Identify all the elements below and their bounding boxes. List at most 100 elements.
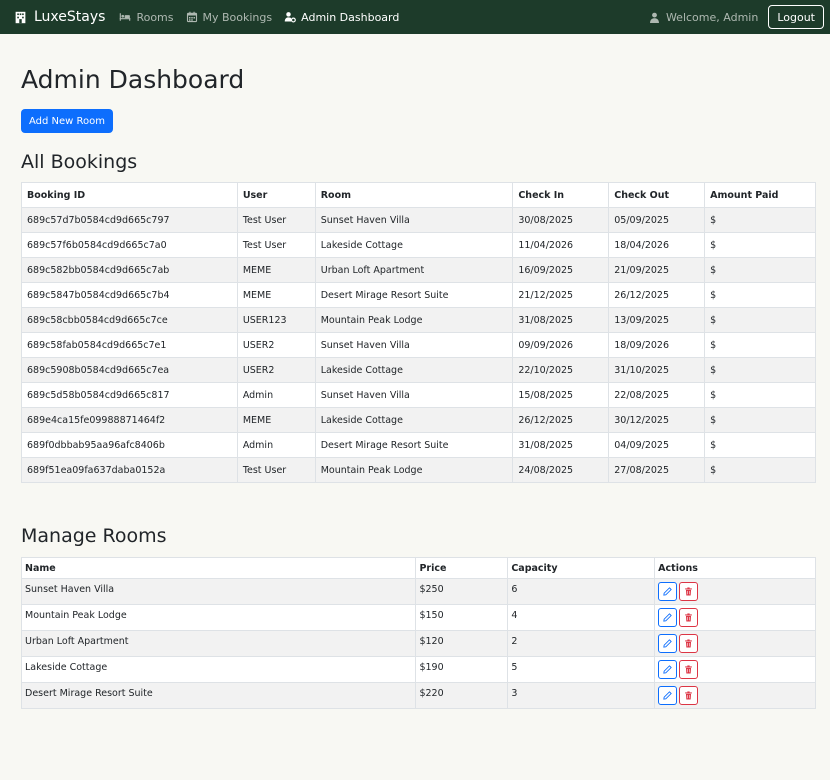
user-cell: USER2 [236, 357, 316, 383]
room-cell: Lakeside Cottage [314, 357, 514, 383]
room-actions-cell [654, 656, 816, 683]
edit-room-button[interactable] [658, 660, 678, 679]
room-actions-cell [654, 604, 816, 631]
nav-right: Welcome, Admin Logout [649, 0, 824, 34]
delete-room-button[interactable] [679, 634, 699, 653]
all-bookings-heading: All Bookings [21, 151, 138, 173]
user-cell: MEME [236, 407, 316, 433]
check-in-cell: 09/09/2026 [512, 332, 610, 358]
user-cell: Test User [236, 232, 316, 258]
edit-room-button[interactable] [658, 634, 678, 653]
nav-link-admin-dashboard-label: Admin Dashboard [301, 10, 400, 24]
check-in-cell: 22/10/2025 [512, 357, 610, 383]
nav-link-my-bookings[interactable]: My Bookings [186, 10, 273, 24]
pencil-icon [663, 587, 672, 596]
bookings-header-row: Booking ID User Room Check In Check Out … [21, 182, 816, 208]
page-title: Admin Dashboard [21, 65, 245, 94]
room-price-cell: $220 [415, 682, 509, 709]
room-name-cell: Urban Loft Apartment [20, 630, 417, 657]
user-cell: Test User [236, 207, 316, 233]
room-name-cell: Sunset Haven Villa [20, 578, 417, 605]
trash-icon [685, 587, 693, 596]
check-out-cell: 18/09/2026 [608, 332, 706, 358]
check-out-cell: 18/04/2026 [608, 232, 706, 258]
amount-paid-cell: $ [704, 332, 816, 358]
delete-room-button[interactable] [679, 686, 699, 705]
user-cell: USER123 [236, 307, 316, 333]
amount-paid-cell: $ [704, 357, 816, 383]
col-booking-id: Booking ID [21, 182, 238, 208]
nav-link-rooms[interactable]: Rooms [119, 11, 174, 24]
room-name-cell: Lakeside Cottage [20, 656, 417, 683]
room-capacity-cell: 4 [507, 604, 656, 631]
room-cell: Mountain Peak Lodge [314, 307, 514, 333]
edit-room-button[interactable] [658, 582, 678, 601]
navbar: LuxeStays Rooms My Bookings Admin Dashbo… [0, 0, 830, 34]
add-new-room-button[interactable]: Add New Room [21, 109, 114, 133]
room-actions-cell [654, 682, 816, 709]
logout-button[interactable]: Logout [768, 5, 824, 29]
check-in-cell: 21/12/2025 [512, 282, 610, 308]
room-price-cell: $190 [415, 656, 509, 683]
room-cell: Sunset Haven Villa [314, 207, 514, 233]
delete-room-button[interactable] [679, 660, 699, 679]
check-out-cell: 22/08/2025 [608, 382, 706, 408]
booking-id-cell: 689c57f6b0584cd9d665c7a0 [21, 232, 238, 258]
check-in-cell: 26/12/2025 [512, 407, 610, 433]
booking-id-cell: 689c5847b0584cd9d665c7b4 [21, 282, 238, 308]
check-out-cell: 30/12/2025 [608, 407, 706, 433]
booking-id-cell: 689e4ca15fe09988871464f2 [21, 407, 238, 433]
rooms-table: Name Price Capacity Actions Sunset Haven… [20, 557, 816, 709]
booking-id-cell: 689c57d7b0584cd9d665c797 [21, 207, 238, 233]
booking-id-cell: 689c58cbb0584cd9d665c7ce [21, 307, 238, 333]
amount-paid-cell: $ [704, 307, 816, 333]
user-cell: MEME [236, 257, 316, 283]
booking-id-cell: 689f0dbbab95aa96afc8406b [21, 432, 238, 458]
col-check-in: Check In [512, 182, 610, 208]
amount-paid-cell: $ [704, 407, 816, 433]
brand-link[interactable]: LuxeStays [14, 9, 105, 25]
col-check-out: Check Out [608, 182, 706, 208]
check-out-cell: 27/08/2025 [608, 457, 706, 483]
room-capacity-cell: 6 [507, 578, 656, 605]
room-cell: Desert Mirage Resort Suite [314, 432, 514, 458]
room-row: Lakeside Cottage $190 5 [20, 656, 816, 683]
room-row: Mountain Peak Lodge $150 4 [20, 604, 816, 631]
col-actions: Actions [654, 557, 816, 579]
pencil-icon [663, 639, 672, 648]
room-cell: Lakeside Cottage [314, 232, 514, 258]
room-price-cell: $120 [415, 630, 509, 657]
pencil-icon [663, 613, 672, 622]
room-actions-cell [654, 578, 816, 605]
check-in-cell: 16/09/2025 [512, 257, 610, 283]
bookings-table: Booking ID User Room Check In Check Out … [21, 182, 816, 483]
bed-icon [120, 13, 131, 21]
booking-row: 689c57f6b0584cd9d665c7a0 Test User Lakesid… [21, 232, 816, 258]
booking-row: 689c5908b0584cd9d665c7ea USER2 Lakeside Co… [21, 357, 816, 383]
edit-room-button[interactable] [658, 686, 678, 705]
check-in-cell: 31/08/2025 [512, 307, 610, 333]
room-name-cell: Desert Mirage Resort Suite [20, 682, 417, 709]
room-cell: Sunset Haven Villa [314, 332, 514, 358]
booking-row: 689c57d7b0584cd9d665c797 Test User Sunset … [21, 207, 816, 233]
room-cell: Mountain Peak Lodge [314, 457, 514, 483]
user-cell: Test User [236, 457, 316, 483]
nav-link-admin-dashboard[interactable]: Admin Dashboard [284, 11, 399, 24]
delete-room-button[interactable] [679, 582, 699, 601]
amount-paid-cell: $ [704, 232, 816, 258]
main-content: Admin Dashboard Add New Room All Booking… [20, 34, 816, 709]
delete-room-button[interactable] [679, 608, 699, 627]
edit-room-button[interactable] [658, 608, 678, 627]
col-user: User [236, 182, 316, 208]
booking-id-cell: 689c5d58b0584cd9d665c817 [21, 382, 238, 408]
nav-link-my-bookings-label: My Bookings [202, 10, 273, 24]
amount-paid-cell: $ [704, 432, 816, 458]
booking-row: 689c58fab0584cd9d665c7e1 USER2 Sunset Have… [21, 332, 816, 358]
col-name: Name [20, 557, 417, 579]
room-capacity-cell: 2 [507, 630, 656, 657]
amount-paid-cell: $ [704, 382, 816, 408]
room-row: Sunset Haven Villa $250 6 [20, 578, 816, 605]
hotel-icon [15, 11, 26, 23]
check-in-cell: 11/04/2026 [512, 232, 610, 258]
booking-id-cell: 689f51ea09fa637daba0152a [21, 457, 238, 483]
